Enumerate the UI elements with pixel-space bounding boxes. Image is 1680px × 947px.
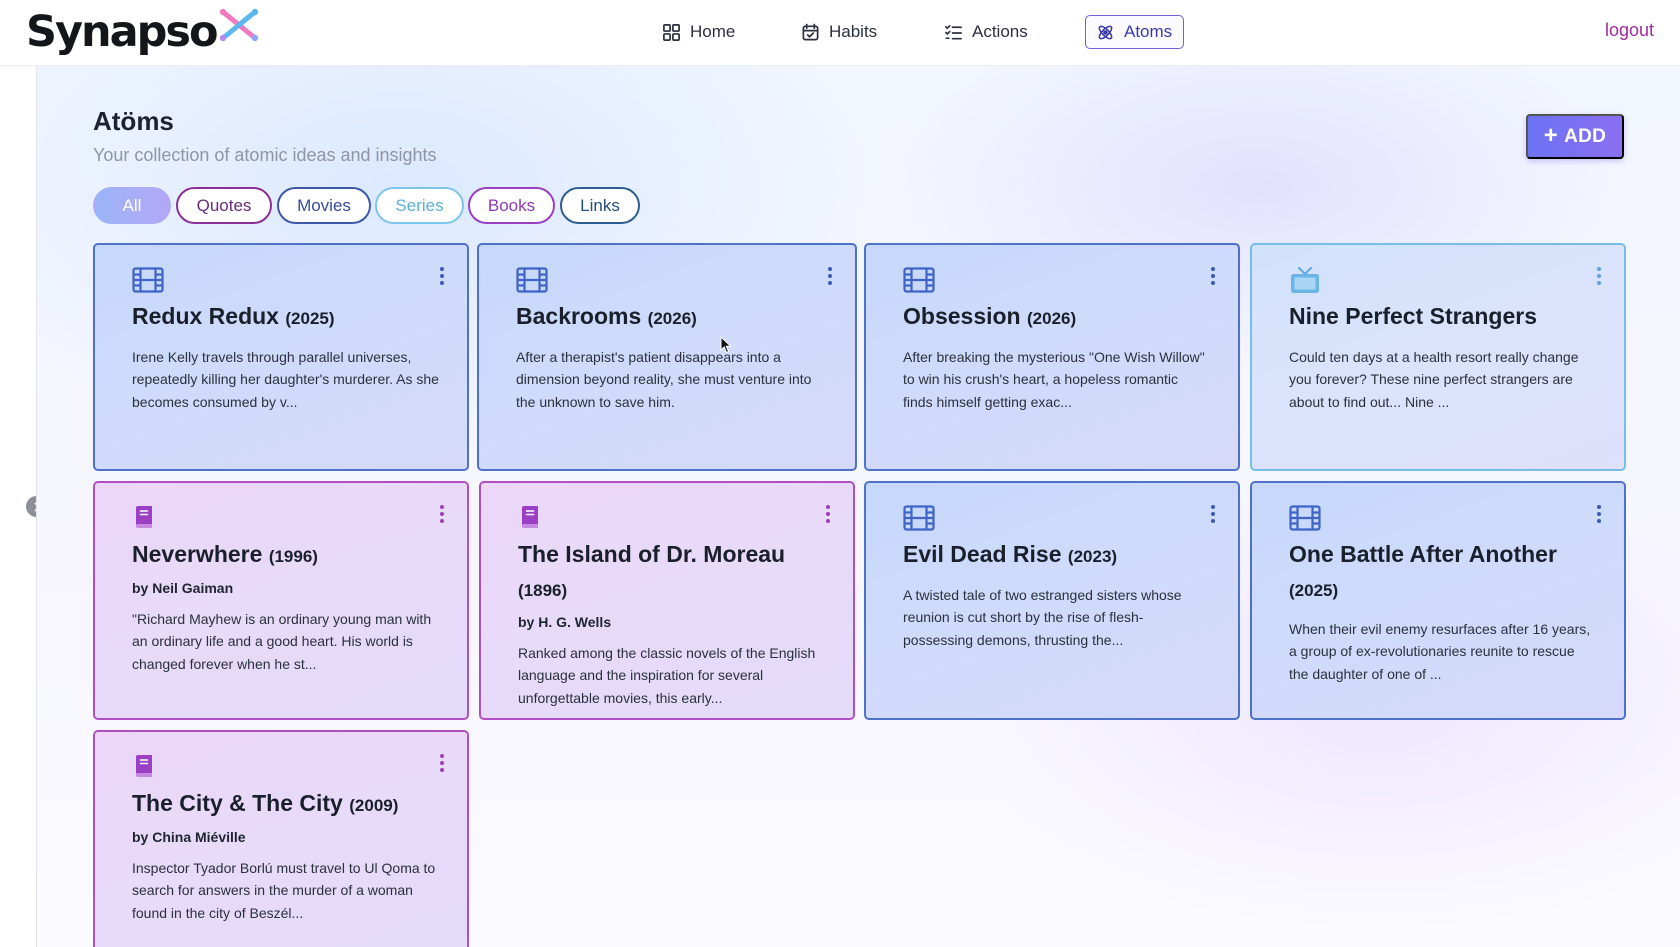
atom-card[interactable]: Backrooms (2026) After a therapist's pat…	[477, 243, 857, 471]
home-grid-icon	[663, 23, 680, 41]
calendar-check-icon	[802, 23, 819, 40]
card-title: Neverwhere (1996)	[132, 541, 318, 567]
card-title: Backrooms (2026)	[516, 303, 697, 329]
film-icon	[903, 505, 935, 531]
page-title: Atöms	[93, 106, 174, 136]
tv-icon	[1291, 267, 1319, 293]
plus-icon: +	[1543, 121, 1559, 149]
nav-atoms[interactable]: Atoms	[1085, 15, 1184, 49]
film-icon	[132, 267, 164, 293]
card-title: Nine Perfect Strangers	[1289, 303, 1537, 329]
atom-card[interactable]: The City & The City (2009) by China Miév…	[93, 730, 469, 947]
atom-card[interactable]: Evil Dead Rise (2023) A twisted tale of …	[864, 481, 1240, 720]
filter-links[interactable]: Links	[560, 187, 640, 224]
card-menu-button[interactable]	[1594, 266, 1604, 286]
atom-card[interactable]: Obsession (2026) After breaking the myst…	[864, 243, 1240, 471]
card-title: The City & The City (2009)	[132, 790, 399, 816]
atom-card[interactable]: Neverwhere (1996) by Neil Gaiman "Richar…	[93, 481, 469, 720]
card-year: (2025)	[285, 309, 335, 328]
filter-movies[interactable]: Movies	[277, 187, 371, 224]
nav-home[interactable]: Home	[652, 15, 745, 49]
card-menu-button[interactable]	[437, 504, 447, 524]
card-title: Obsession (2026)	[903, 303, 1077, 329]
add-button[interactable]: + ADD	[1526, 114, 1624, 159]
card-menu-button[interactable]	[437, 266, 447, 286]
card-description: Ranked among the classic novels of the E…	[518, 645, 816, 706]
card-year: (2009)	[349, 796, 399, 815]
mouse-cursor-icon	[720, 336, 732, 354]
card-description: A twisted tale of two estranged sisters …	[903, 587, 1182, 648]
book-icon	[136, 506, 152, 528]
filter-books[interactable]: Books	[468, 187, 555, 224]
card-description: When their evil enemy resurfaces after 1…	[1289, 621, 1591, 682]
filter-series[interactable]: Series	[375, 187, 464, 224]
card-description: Could ten days at a health resort really…	[1289, 349, 1579, 410]
add-button-label: ADD	[1564, 125, 1607, 147]
film-icon	[516, 267, 548, 293]
card-author: by H. G. Wells	[518, 614, 612, 630]
card-year: (2026)	[647, 309, 697, 328]
nav-home-label: Home	[690, 22, 736, 41]
atom-icon	[1098, 25, 1113, 39]
filter-all[interactable]: All	[93, 187, 171, 224]
card-author: by China Miéville	[132, 829, 246, 845]
nav-actions-label: Actions	[972, 22, 1028, 41]
film-icon	[903, 267, 935, 293]
card-year: (1896)	[518, 581, 568, 600]
card-description: After breaking the mysterious "One Wish …	[903, 349, 1205, 410]
card-menu-button[interactable]	[823, 504, 833, 524]
nav-habits-label: Habits	[829, 22, 878, 41]
atom-card[interactable]: The Island of Dr. Moreau (1896) by H. G.…	[479, 481, 855, 720]
card-year: (1996)	[268, 547, 318, 566]
card-description: Inspector Tyador Borlú must travel to Ul…	[132, 860, 436, 921]
book-icon	[136, 755, 152, 777]
card-description: "Richard Mayhew is an ordinary young man…	[132, 611, 432, 672]
card-menu-button[interactable]	[825, 266, 835, 286]
card-author: by Neil Gaiman	[132, 580, 234, 596]
top-navigation-bar: Synapso Home Habits Actions Atoms logout	[0, 0, 1680, 66]
film-icon	[1289, 505, 1321, 531]
card-menu-button[interactable]	[1594, 504, 1604, 524]
card-year: (2023)	[1067, 547, 1118, 566]
main-nav: Home Habits Actions Atoms	[0, 15, 1680, 49]
page-subtitle: Your collection of atomic ideas and insi…	[93, 145, 437, 165]
atom-card[interactable]: One Battle After Another (2025) When the…	[1250, 481, 1626, 720]
card-title: One Battle After Another (2025)	[1289, 541, 1557, 600]
card-year: (2026)	[1027, 309, 1077, 328]
card-menu-button[interactable]	[1208, 504, 1218, 524]
card-description: Irene Kelly travels through parallel uni…	[132, 349, 439, 410]
atom-card[interactable]: Redux Redux (2025) Irene Kelly travels t…	[93, 243, 469, 471]
card-title: Redux Redux (2025)	[132, 303, 335, 329]
nav-actions[interactable]: Actions	[934, 15, 1038, 49]
checklist-icon	[945, 24, 962, 40]
card-year: (2025)	[1289, 581, 1339, 600]
nav-atoms-label: Atoms	[1124, 22, 1173, 41]
filter-quotes[interactable]: Quotes	[176, 187, 272, 224]
book-icon	[522, 506, 538, 528]
card-menu-button[interactable]	[1208, 266, 1218, 286]
logout-link[interactable]: logout	[1605, 20, 1654, 41]
nav-habits[interactable]: Habits	[791, 15, 887, 49]
card-title: The Island of Dr. Moreau (1896)	[518, 541, 786, 600]
card-description: After a therapist's patient disappears i…	[516, 349, 812, 410]
card-title: Evil Dead Rise (2023)	[903, 541, 1118, 567]
atom-card[interactable]: Nine Perfect Strangers Could ten days at…	[1250, 243, 1626, 471]
card-menu-button[interactable]	[437, 753, 447, 773]
